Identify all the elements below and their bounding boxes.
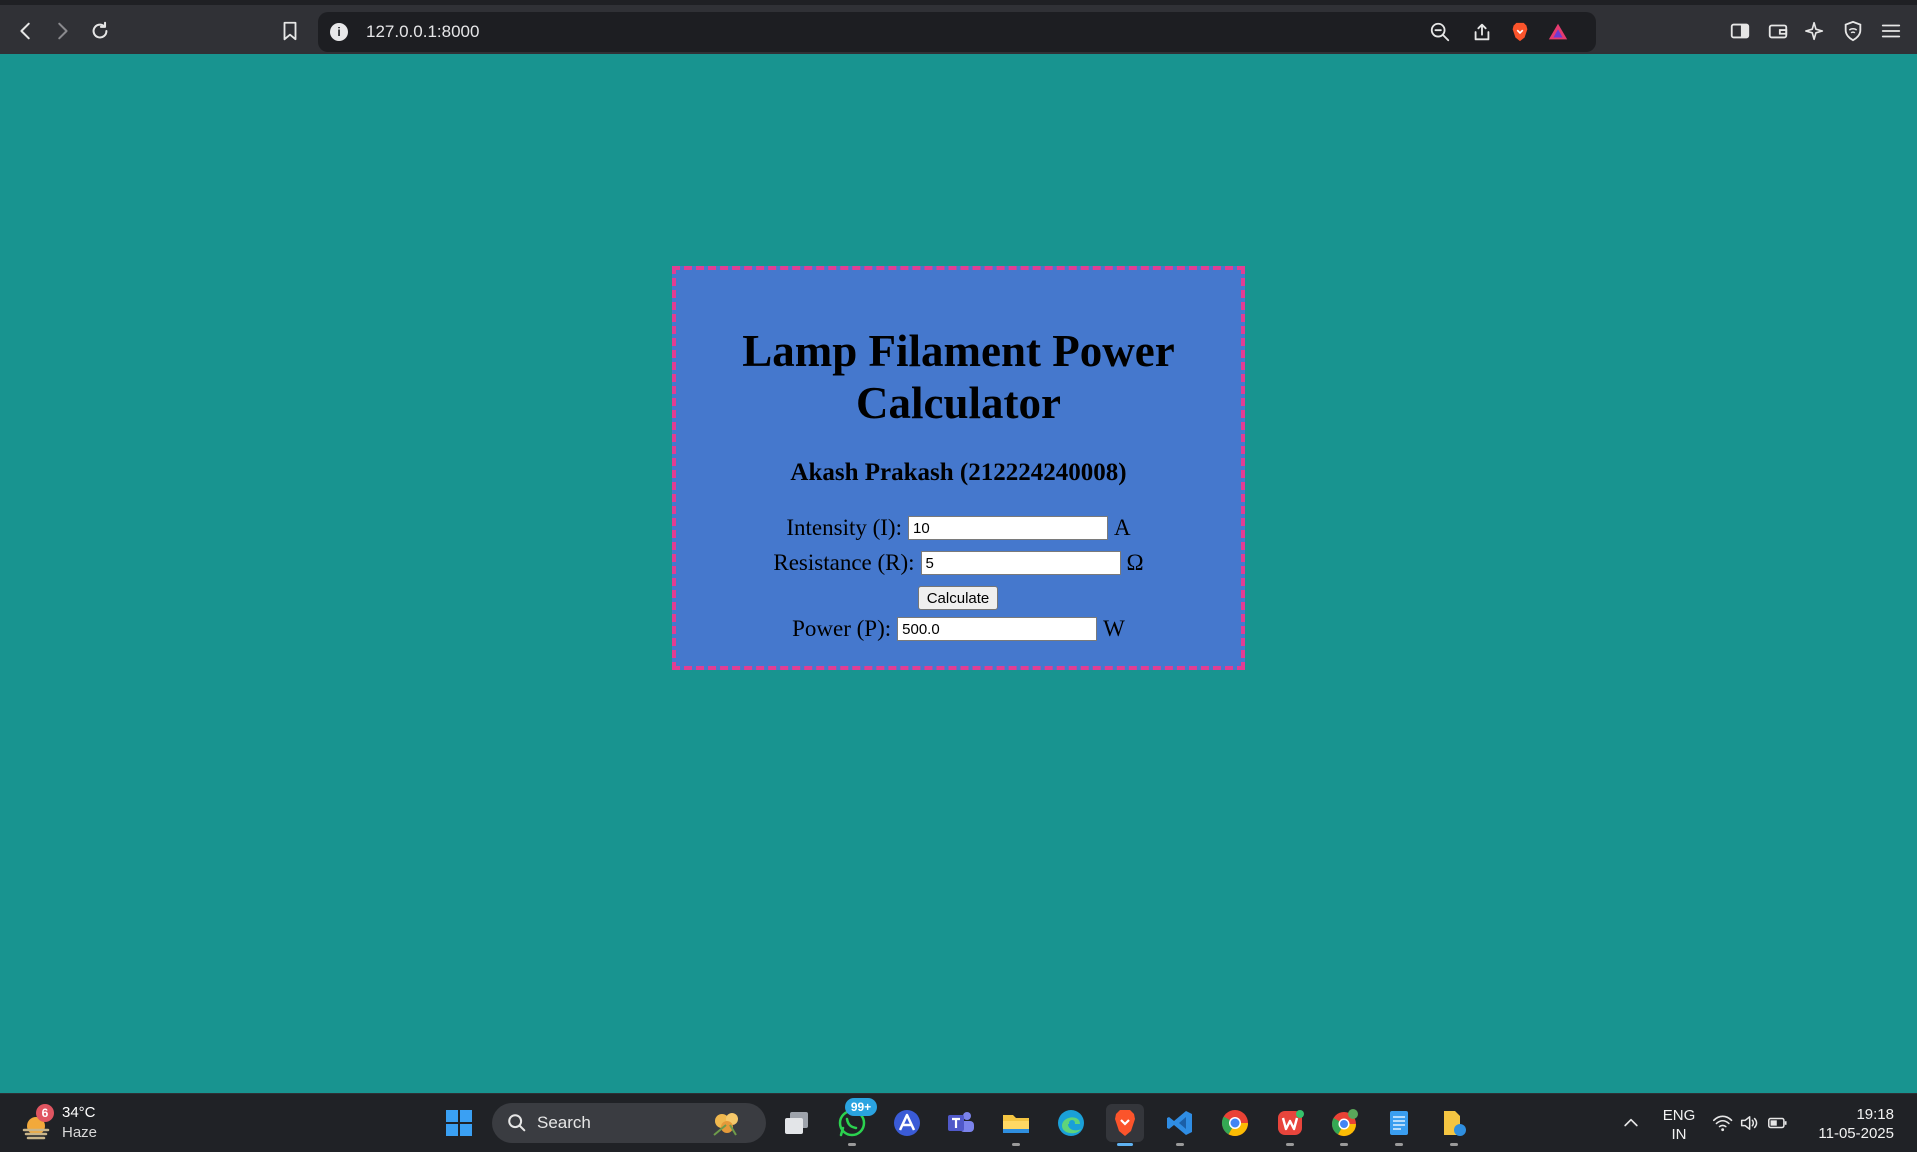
files-icon [1444,1111,1466,1136]
taskbar-chrome[interactable] [1216,1104,1254,1142]
clock[interactable]: 19:18 11-05-2025 [1808,1105,1894,1143]
brave-rewards-button[interactable] [1546,20,1570,44]
power-label: Power (P): [792,616,892,641]
taskbar-search[interactable]: Search [492,1103,766,1143]
region-code: IN [1671,1126,1687,1143]
sidebar-icon [1730,23,1750,39]
search-icon [508,1114,526,1132]
resistance-label: Resistance (R): [773,550,915,575]
wps-icon [1278,1110,1304,1135]
task-view-icon [785,1112,808,1134]
language-indicator[interactable]: ENG IN [1658,1106,1700,1144]
url-text: 127.0.0.1:8000 [366,22,480,41]
system-tray-status[interactable] [1712,1110,1788,1136]
taskbar-edge[interactable] [1052,1104,1090,1142]
intensity-unit: A [1113,515,1131,540]
sparkle-icon [1805,21,1824,41]
shield-icon [1844,20,1862,42]
weather-temperature: 34°C [62,1104,96,1121]
notepad-icon [1390,1111,1408,1135]
taskbar-notepad[interactable] [1380,1104,1418,1146]
back-button[interactable] [12,17,40,45]
windows-taskbar: 6 34°C Haze Search 99+ ENG IN 19:18 11-0… [0,1093,1917,1152]
wifi-icon [1712,1115,1733,1132]
power-unit: W [1103,616,1125,641]
share-button[interactable] [1470,20,1494,44]
zoom-out-icon [1430,22,1450,42]
share-icon [1474,23,1490,41]
resistance-unit: Ω [1126,550,1144,575]
taskbar-task-view[interactable] [778,1104,816,1142]
zoom-button[interactable] [1428,20,1452,44]
browser-toolbar: i 127.0.0.1:8000 [0,0,1917,54]
whatsapp-badge: 99+ [845,1098,877,1116]
sidebar-button[interactable] [1726,17,1754,45]
intensity-label: Intensity (I): [786,515,902,540]
chrome-profile-icon [1331,1109,1358,1137]
forward-button[interactable] [48,17,76,45]
bookmark-icon [283,21,297,41]
taskbar-teams[interactable] [942,1104,980,1142]
battery-icon [1767,1117,1787,1129]
site-info-icon[interactable]: i [330,23,348,41]
leo-ai-button[interactable] [1801,17,1829,45]
reload-button[interactable] [86,17,114,45]
teams-icon [948,1112,974,1132]
taskbar-files[interactable] [1435,1104,1473,1146]
calculator-card: Lamp Filament Power Calculator Akash Pra… [672,266,1245,670]
taskbar-whatsapp[interactable]: 99+ [833,1098,877,1146]
language-code: ENG [1662,1107,1696,1124]
vpn-button[interactable] [1839,17,1867,45]
author-heading: Akash Prakash (212224240008) [790,459,1127,486]
taskbar-chrome-profile[interactable] [1325,1104,1363,1146]
search-label: Search [537,1113,591,1132]
weather-condition: Haze [62,1124,98,1141]
taskbar-vscode[interactable] [1161,1104,1199,1146]
hamburger-menu-icon [1881,24,1901,38]
show-hidden-icons-button[interactable] [1612,1104,1650,1142]
resistance-input[interactable] [920,551,1121,575]
weather-badge: 6 [36,1104,54,1122]
search-highlight-flower-icon [713,1113,738,1136]
chrome-icon [1221,1110,1249,1137]
brave-shields-button[interactable] [1508,20,1532,44]
calculate-button[interactable]: Calculate [918,586,998,610]
address-bar[interactable]: i 127.0.0.1:8000 [318,12,1596,52]
chevron-up-icon [1624,1118,1638,1127]
intensity-row: Intensity (I): A [676,515,1241,541]
arc-icon [894,1110,920,1136]
resistance-row: Resistance (R): Ω [676,550,1241,576]
wallet-icon [1768,24,1788,39]
brave-lion-icon [1512,22,1528,42]
rewards-triangle-icon [1548,23,1568,40]
windows-logo-icon [446,1110,472,1136]
file-explorer-icon [1003,1115,1029,1133]
bookmark-button[interactable] [276,17,304,45]
reload-icon [92,21,108,39]
intensity-input[interactable] [907,516,1108,540]
taskbar-brave[interactable] [1106,1104,1144,1146]
wallet-button[interactable] [1764,17,1792,45]
weather-widget[interactable]: 6 [18,1104,58,1142]
page-title: Lamp Filament Power Calculator [742,326,1175,428]
volume-icon [1741,1116,1758,1130]
brave-icon [1115,1110,1135,1136]
back-arrow-icon [20,22,30,40]
taskbar-wps[interactable] [1271,1104,1309,1146]
menu-button[interactable] [1877,17,1905,45]
vscode-icon [1167,1111,1192,1135]
forward-arrow-icon [58,22,68,40]
taskbar-file-explorer[interactable] [997,1104,1035,1146]
clock-date: 11-05-2025 [1818,1125,1894,1142]
taskbar-arc[interactable] [888,1104,926,1142]
power-row: Power (P): W [676,616,1241,642]
start-button[interactable] [440,1104,478,1142]
clock-time: 19:18 [1856,1106,1894,1123]
edge-icon [1058,1110,1084,1136]
power-output[interactable] [897,617,1098,641]
